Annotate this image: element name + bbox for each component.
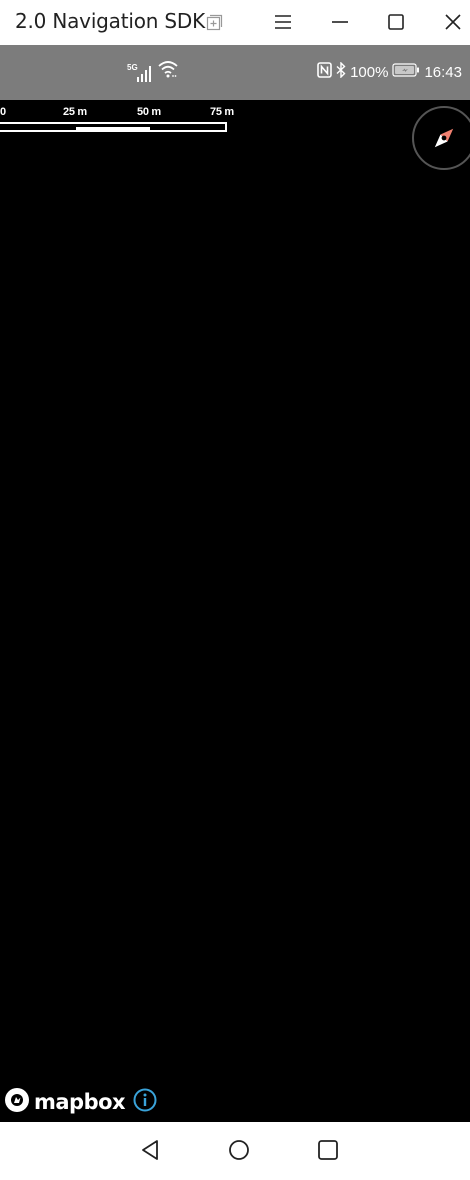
minimize-icon — [332, 14, 348, 30]
nav-recents-button[interactable] — [314, 1138, 342, 1166]
back-triangle-icon — [139, 1139, 161, 1166]
scale-label-25: 25 m — [63, 106, 87, 118]
menu-button[interactable] — [267, 6, 299, 38]
mapbox-logo-icon — [4, 1087, 30, 1118]
scale-bar-segment — [76, 127, 150, 130]
nav-home-button[interactable] — [225, 1138, 253, 1166]
app-window: 2.0 Navigation SDK 5G 100% 16:43 0 25 m … — [0, 0, 470, 1180]
scale-label-75: 75 m — [210, 106, 234, 118]
mapbox-wordmark: mapbox — [34, 1090, 126, 1114]
scale-label-50: 50 m — [137, 106, 161, 118]
cellular-signal-icon: 5G — [127, 63, 153, 83]
maximize-icon — [388, 14, 404, 30]
nav-back-button[interactable] — [136, 1138, 164, 1166]
close-icon — [445, 14, 461, 30]
status-right-group: 100% 16:43 — [317, 61, 462, 83]
new-window-icon[interactable] — [206, 14, 223, 31]
map-attribution: mapbox — [4, 1087, 157, 1118]
maximize-button[interactable] — [380, 6, 412, 38]
battery-percent: 100% — [350, 63, 389, 81]
map-view[interactable]: 0 25 m 50 m 75 m mapbox — [0, 100, 470, 1122]
battery-icon — [392, 63, 420, 81]
home-circle-icon — [228, 1139, 250, 1166]
mapbox-logo[interactable]: mapbox — [4, 1087, 126, 1118]
map-scale-bar: 0 25 m 50 m 75 m — [0, 100, 240, 140]
hamburger-icon — [275, 15, 291, 29]
close-button[interactable] — [437, 6, 469, 38]
minimize-button[interactable] — [324, 6, 356, 38]
scale-label-0: 0 — [0, 106, 6, 118]
attribution-info-button[interactable] — [133, 1088, 157, 1117]
info-icon — [133, 1088, 157, 1117]
status-bar: 5G 100% 16:43 — [0, 45, 470, 100]
nfc-icon — [317, 62, 332, 82]
window-titlebar: 2.0 Navigation SDK — [0, 0, 470, 45]
status-left-group: 5G — [127, 60, 178, 83]
recents-square-icon — [317, 1139, 339, 1166]
wifi-icon — [158, 60, 178, 83]
window-title: 2.0 Navigation SDK — [15, 9, 206, 33]
bluetooth-icon — [336, 61, 346, 82]
clock: 16:43 — [424, 63, 462, 81]
compass-button[interactable] — [412, 106, 470, 170]
navigation-bar — [0, 1122, 470, 1180]
